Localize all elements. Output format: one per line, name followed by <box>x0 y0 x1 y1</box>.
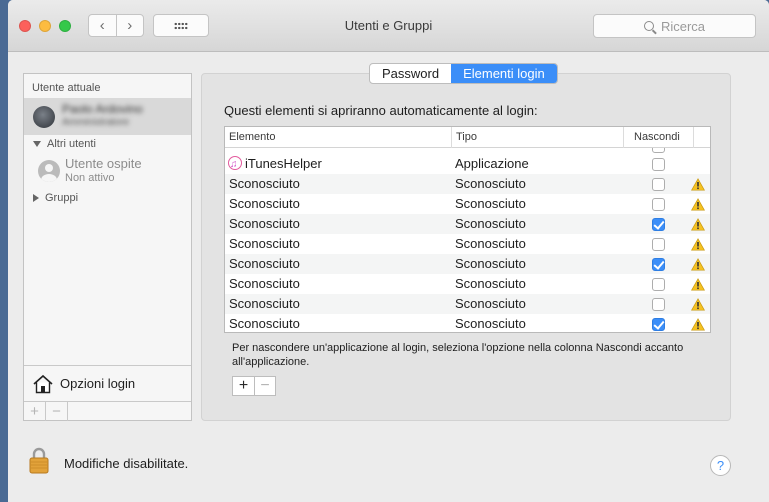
item-name-text: Sconosciuto <box>229 316 300 331</box>
item-name-text: Sconosciuto <box>229 236 300 251</box>
login-options-button[interactable]: Opzioni login <box>24 365 191 401</box>
lock-status: Modifiche disabilitate. <box>64 456 189 471</box>
lock-icon[interactable] <box>29 446 49 474</box>
item-type: Sconosciuto <box>455 316 526 331</box>
item-type: Sconosciuto <box>455 196 526 211</box>
item-name: Sconosciuto <box>229 274 300 294</box>
guest-avatar-icon <box>38 160 60 182</box>
hide-checkbox <box>652 148 665 153</box>
warning-icon <box>691 198 705 211</box>
table-row[interactable]: iTunesHelper Applicazione <box>225 154 710 175</box>
hide-checkbox[interactable] <box>652 218 665 231</box>
add-user-button[interactable]: + <box>24 402 46 421</box>
warning-icon <box>691 178 705 191</box>
table-row[interactable]: Sconosciuto Sconosciuto <box>225 214 710 234</box>
column-header-item[interactable]: Elemento <box>225 127 443 148</box>
login-items-actions: + − <box>232 376 276 396</box>
item-type: Applicazione <box>455 156 529 171</box>
remove-login-item-button[interactable]: − <box>253 377 275 395</box>
groups-header: Gruppi <box>45 192 79 204</box>
disclosure-right-icon <box>33 194 39 202</box>
help-text: Per nascondere un'applicazione al login,… <box>232 342 684 368</box>
tab-bar: Password Elementi login <box>369 63 558 84</box>
table-row[interactable]: Sconosciuto Sconosciuto <box>225 314 710 332</box>
current-user-header: Utente attuale <box>32 82 101 94</box>
table-row[interactable]: Sconosciuto Sconosciuto <box>225 174 710 194</box>
item-name: Sconosciuto <box>229 314 300 332</box>
disclosure-down-icon <box>33 141 41 147</box>
login-items-table[interactable]: Elemento Tipo Nascondi iTunesHelper Appli… <box>224 126 711 333</box>
hide-checkbox[interactable] <box>652 158 665 171</box>
hide-checkbox[interactable] <box>652 258 665 271</box>
login-options-label: Opzioni login <box>60 376 136 391</box>
item-type: Sconosciuto <box>455 216 526 231</box>
search-placeholder: Ricerca <box>660 18 706 34</box>
column-header-type[interactable]: Tipo <box>451 127 623 148</box>
add-login-item-button[interactable]: + <box>233 377 254 395</box>
warning-icon <box>691 318 705 331</box>
current-user-name: Paolo Ardovino <box>62 102 143 116</box>
item-name: Sconosciuto <box>229 254 300 274</box>
table-header: Elemento Tipo Nascondi <box>225 127 710 148</box>
tab-login-items[interactable]: Elementi login <box>451 64 557 83</box>
item-type: Sconosciuto <box>455 276 526 291</box>
current-user-role: Amministratore <box>62 117 130 128</box>
itunes-icon <box>228 155 242 175</box>
item-name-text: Sconosciuto <box>229 256 300 271</box>
column-header-hide[interactable]: Nascondi <box>623 127 693 148</box>
table-row[interactable]: Sconosciuto Sconosciuto <box>225 274 710 294</box>
item-type: Sconosciuto <box>455 236 526 251</box>
item-name: Sconosciuto <box>229 214 300 234</box>
item-name: Sconosciuto <box>229 194 300 214</box>
other-users-header: Altri utenti <box>47 138 96 150</box>
sidebar-item-guest-user[interactable]: Utente ospite <box>65 156 142 171</box>
warning-icon <box>691 298 705 311</box>
item-name: iTunesHelper <box>228 154 322 175</box>
search-input[interactable]: Ricerca <box>593 14 756 38</box>
other-users-group[interactable]: Altri utenti <box>33 138 96 150</box>
item-type: Sconosciuto <box>455 176 526 191</box>
avatar <box>33 106 55 128</box>
item-name-text: Sconosciuto <box>229 276 300 291</box>
sidebar-item-current-user[interactable]: Paolo Ardovino Amministratore <box>24 98 191 135</box>
hide-checkbox[interactable] <box>652 198 665 211</box>
table-row[interactable]: Sconosciuto Sconosciuto <box>225 194 710 214</box>
users-sidebar: Utente attuale Paolo Ardovino Amministra… <box>23 73 192 421</box>
guest-user-status: Non attivo <box>65 172 115 184</box>
table-rows: iTunesHelperApplicazioneSconosciutoScono… <box>225 148 710 332</box>
remove-user-button[interactable]: − <box>46 402 68 421</box>
warning-icon <box>691 278 705 291</box>
title-bar: ‹ › Utenti e Gruppi Ricerca <box>8 0 769 52</box>
item-name: Sconosciuto <box>229 234 300 254</box>
login-items-instructions: Questi elementi si apriranno automaticam… <box>224 103 538 118</box>
item-name: Sconosciuto <box>229 294 300 314</box>
hide-checkbox[interactable] <box>652 298 665 311</box>
item-name-text: Sconosciuto <box>229 296 300 311</box>
item-name: Sconosciuto <box>229 174 300 194</box>
column-header-status <box>693 127 710 148</box>
sidebar-actions: + − <box>24 401 191 421</box>
warning-icon <box>691 218 705 231</box>
hide-checkbox[interactable] <box>652 238 665 251</box>
item-name-text: Sconosciuto <box>229 196 300 211</box>
table-row[interactable]: Sconosciuto Sconosciuto <box>225 234 710 254</box>
item-name-text: iTunesHelper <box>245 156 322 171</box>
warning-icon <box>691 258 705 271</box>
groups-group[interactable]: Gruppi <box>33 192 78 204</box>
help-button[interactable]: ? <box>710 455 731 476</box>
house-icon <box>33 374 53 393</box>
table-row[interactable]: Sconosciuto Sconosciuto <box>225 294 710 314</box>
item-name-text: Sconosciuto <box>229 176 300 191</box>
warning-icon <box>691 238 705 251</box>
item-type: Sconosciuto <box>455 296 526 311</box>
hide-checkbox[interactable] <box>652 278 665 291</box>
search-icon <box>643 21 654 31</box>
hide-checkbox[interactable] <box>652 178 665 191</box>
table-row[interactable]: Sconosciuto Sconosciuto <box>225 254 710 274</box>
hide-checkbox[interactable] <box>652 318 665 331</box>
tab-password[interactable]: Password <box>370 64 451 83</box>
item-type: Sconosciuto <box>455 256 526 271</box>
rows-container: iTunesHelperApplicazioneSconosciutoScono… <box>225 154 710 332</box>
item-name-text: Sconosciuto <box>229 216 300 231</box>
